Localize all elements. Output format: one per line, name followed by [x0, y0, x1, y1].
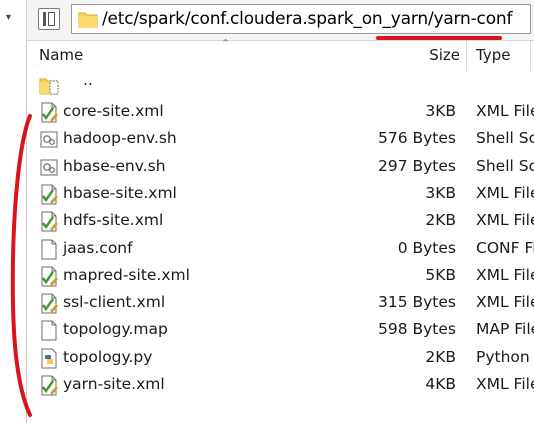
file-type: Shell Script — [476, 129, 534, 148]
file-name: hbase-env.sh — [63, 156, 166, 175]
file-row[interactable]: core-site.xml 3KB XML File — [27, 99, 534, 126]
red-bracket-annotation — [10, 114, 32, 417]
file-name: jaas.conf — [63, 238, 133, 257]
file-size: 5KB — [425, 265, 456, 284]
address-toolbar: /etc/spark/conf.cloudera.spark_on_yarn/y… — [27, 0, 534, 41]
file-type: MAP File — [476, 320, 534, 339]
column-divider[interactable] — [530, 41, 531, 71]
file-row[interactable]: mapred-site.xml 5KB XML File — [27, 263, 534, 290]
file-type: Shell Script — [476, 156, 534, 175]
file-size: 598 Bytes — [377, 320, 456, 339]
file-size: 2KB — [425, 211, 456, 230]
file-row[interactable]: topology.map 598 Bytes MAP File — [27, 317, 534, 344]
file-size: 576 Bytes — [377, 129, 456, 148]
file-row[interactable]: hbase-site.xml 3KB XML File — [27, 181, 534, 208]
file-type: XML File — [476, 293, 534, 312]
parent-folder-row[interactable]: .. — [27, 71, 534, 99]
address-bar[interactable]: /etc/spark/conf.cloudera.spark_on_yarn/y… — [71, 4, 531, 34]
file-type: XML File — [476, 102, 534, 120]
file-row[interactable]: yarn-site.xml 4KB XML File — [27, 372, 534, 399]
file-row[interactable]: hadoop-env.sh 576 Bytes Shell Script — [27, 126, 534, 153]
sort-ascending-icon: ⌃ — [221, 37, 231, 50]
folder-icon — [78, 12, 98, 28]
file-type: XML File — [476, 375, 534, 393]
file-type: XML File — [476, 265, 534, 284]
file-name: ssl-client.xml — [63, 293, 166, 312]
address-path[interactable]: /etc/spark/conf.cloudera.spark_on_yarn/y… — [102, 9, 512, 29]
file-name: topology.map — [63, 320, 168, 339]
file-type: CONF File — [476, 238, 534, 257]
file-size: 0 Bytes — [397, 238, 456, 257]
file-size: 4KB — [425, 375, 456, 393]
file-size: 3KB — [425, 183, 456, 202]
file-row[interactable]: hbase-env.sh 297 Bytes Shell Script — [27, 154, 534, 181]
file-name: core-site.xml — [63, 102, 164, 120]
file-size: 315 Bytes — [377, 293, 456, 312]
file-name: hdfs-site.xml — [63, 211, 164, 230]
file-type: XML File — [476, 183, 534, 202]
column-type-header[interactable]: Type — [476, 46, 510, 64]
file-type: XML File — [476, 211, 534, 230]
file-row[interactable]: jaas.conf 0 Bytes CONF File — [27, 236, 534, 263]
file-type: Python File — [476, 347, 534, 366]
file-size: 3KB — [425, 102, 456, 120]
file-name: mapred-site.xml — [63, 265, 190, 284]
file-name: topology.py — [63, 347, 153, 366]
file-size: 297 Bytes — [377, 156, 456, 175]
file-row[interactable]: topology.py 2KB Python File — [27, 345, 534, 372]
file-row[interactable]: ssl-client.xml 315 Bytes XML File — [27, 290, 534, 317]
file-row[interactable]: hdfs-site.xml 2KB XML File — [27, 208, 534, 235]
column-header: Name ⌃ Size Type — [27, 37, 534, 71]
parent-folder-label: .. — [83, 71, 93, 89]
file-name: hadoop-env.sh — [63, 129, 177, 148]
file-name: hbase-site.xml — [63, 183, 177, 202]
file-name: yarn-site.xml — [63, 375, 165, 393]
red-underline-annotation — [376, 36, 502, 40]
column-divider[interactable] — [466, 41, 467, 71]
file-size: 2KB — [425, 347, 456, 366]
column-size-header[interactable]: Size — [429, 46, 460, 64]
